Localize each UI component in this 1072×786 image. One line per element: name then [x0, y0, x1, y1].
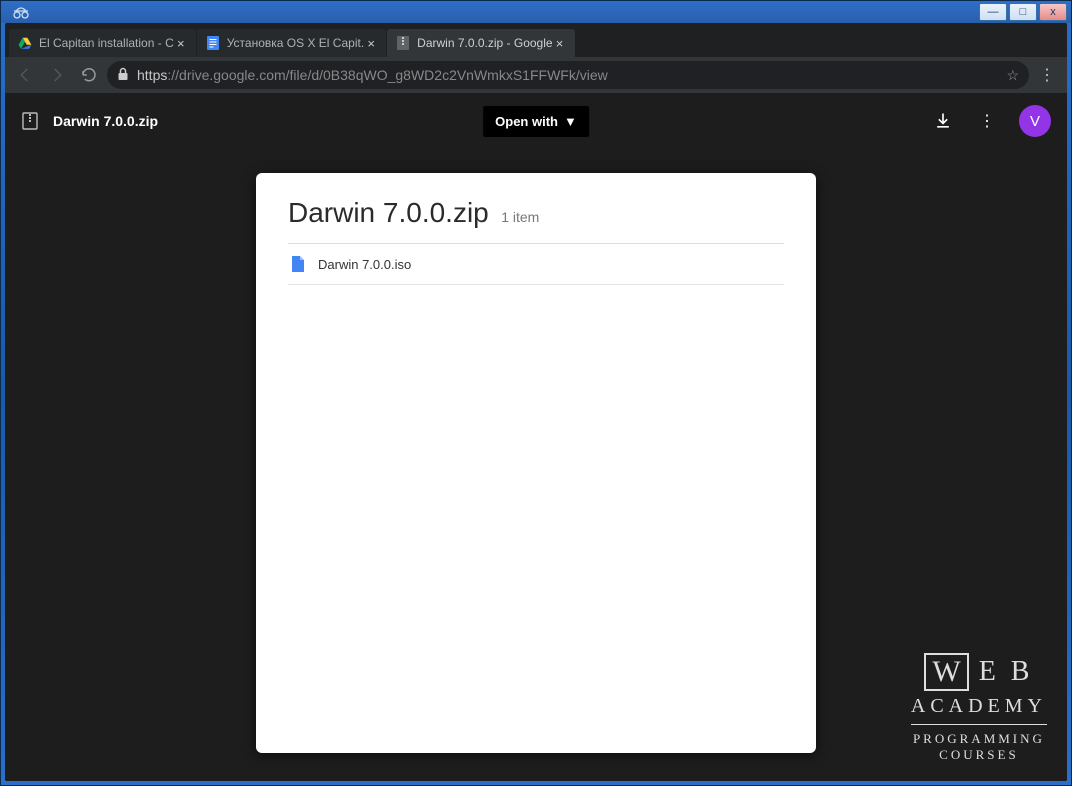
browser-tab[interactable]: Установка OS X El Capit. ×	[197, 29, 386, 57]
file-icon	[290, 254, 306, 274]
card-title: Darwin 7.0.0.zip	[288, 197, 489, 228]
archive-favicon-icon	[395, 35, 411, 51]
address-bar[interactable]: https://drive.google.com/file/d/0B38qWO_…	[107, 61, 1029, 89]
browser-tab-active[interactable]: Darwin 7.0.0.zip - Google ×	[387, 29, 574, 57]
file-row[interactable]: Darwin 7.0.0.iso	[288, 244, 784, 285]
more-actions-button[interactable]: ⋮	[975, 109, 999, 133]
docs-favicon-icon	[205, 35, 221, 51]
tab-strip: El Capitan installation - C × Установка …	[5, 23, 1067, 57]
tab-close-icon[interactable]: ×	[174, 36, 188, 50]
forward-button[interactable]	[43, 61, 71, 89]
viewer-filename: Darwin 7.0.0.zip	[53, 113, 158, 129]
window-close-button[interactable]: x	[1039, 3, 1067, 21]
open-with-button[interactable]: Open with ▼	[483, 106, 589, 137]
browser-toolbar: https://drive.google.com/file/d/0B38qWO_…	[5, 57, 1067, 93]
archive-contents-card: Darwin 7.0.0.zip 1 item Darwin 7.0.0.iso	[256, 173, 816, 753]
drive-viewer: Darwin 7.0.0.zip Open with ▼ ⋮ V Darwin …	[5, 93, 1067, 781]
tab-title: Установка OS X El Capit.	[227, 36, 364, 50]
https-lock-icon	[117, 67, 129, 84]
window-maximize-button[interactable]: □	[1009, 3, 1037, 21]
back-button[interactable]	[11, 61, 39, 89]
archive-icon	[21, 112, 39, 130]
viewer-header: Darwin 7.0.0.zip Open with ▼ ⋮ V	[5, 93, 1067, 149]
file-name: Darwin 7.0.0.iso	[318, 257, 411, 272]
reload-button[interactable]	[75, 61, 103, 89]
watermark: W E B ACADEMY PROGRAMMING COURSES	[911, 653, 1047, 763]
tab-close-icon[interactable]: ×	[553, 36, 567, 50]
caret-down-icon: ▼	[564, 114, 577, 129]
bookmark-star-icon[interactable]: ☆	[1006, 67, 1019, 84]
browser-menu-button[interactable]: ⋮	[1033, 61, 1061, 89]
os-titlebar: — □ x	[1, 1, 1071, 23]
browser-window: El Capitan installation - C × Установка …	[5, 23, 1067, 781]
item-count: 1 item	[501, 209, 539, 225]
incognito-icon	[11, 4, 31, 20]
tab-title: El Capitan installation - C	[39, 36, 174, 50]
window-minimize-button[interactable]: —	[979, 3, 1007, 21]
browser-tab[interactable]: El Capitan installation - C ×	[9, 29, 196, 57]
account-avatar[interactable]: V	[1019, 105, 1051, 137]
download-button[interactable]	[931, 109, 955, 133]
tab-close-icon[interactable]: ×	[364, 36, 378, 50]
tab-title: Darwin 7.0.0.zip - Google	[417, 36, 552, 50]
drive-favicon-icon	[17, 35, 33, 51]
url-text: https://drive.google.com/file/d/0B38qWO_…	[137, 67, 998, 83]
